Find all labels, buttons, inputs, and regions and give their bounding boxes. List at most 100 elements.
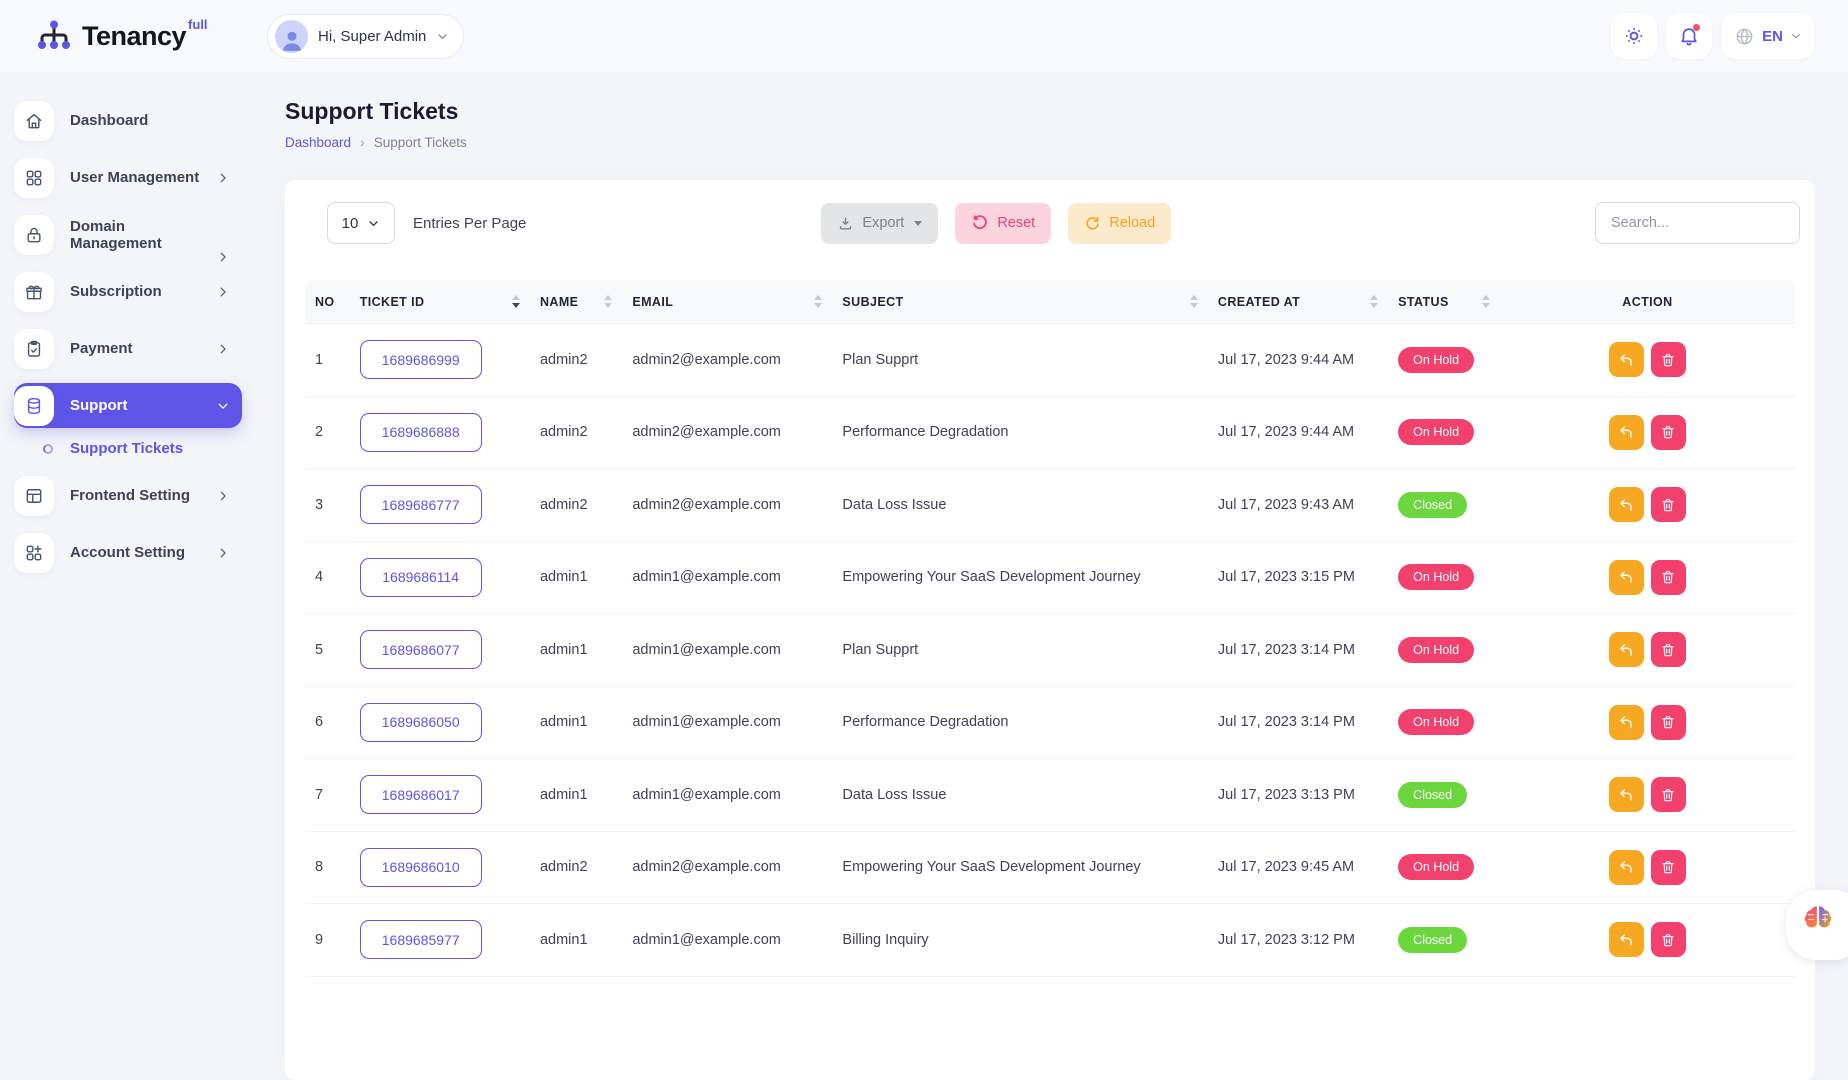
- sidebar-item-dashboard[interactable]: Dashboard: [14, 98, 242, 143]
- download-icon: [837, 215, 854, 232]
- main-content: Support Tickets Dashboard › Support Tick…: [253, 72, 1848, 948]
- sidebar-item-subscription[interactable]: Subscription: [14, 269, 242, 314]
- ticket-subject: Performance Degradation: [832, 714, 1207, 730]
- ticket-id-button[interactable]: 1689685977: [360, 920, 482, 959]
- status-badge: Closed: [1398, 492, 1467, 518]
- delete-button[interactable]: [1651, 705, 1686, 740]
- row-number: 1: [305, 352, 350, 368]
- sidebar-item-account-setting[interactable]: Account Setting: [14, 530, 242, 575]
- column-header-created[interactable]: CREATED AT: [1208, 295, 1388, 309]
- column-label: ACTION: [1622, 295, 1672, 309]
- ticket-id-button[interactable]: 1689686777: [360, 485, 482, 524]
- ticket-subject: Plan Supprt: [832, 642, 1207, 658]
- export-label: Export: [862, 215, 904, 231]
- status-badge: On Hold: [1398, 854, 1474, 880]
- sidebar-item-label: Payment: [70, 340, 133, 357]
- notifications-button[interactable]: [1666, 13, 1712, 59]
- globe-icon: [1734, 26, 1755, 47]
- reply-icon: [1618, 642, 1634, 658]
- ticket-subject: Data Loss Issue: [832, 497, 1207, 513]
- reply-button[interactable]: [1609, 777, 1644, 812]
- reset-label: Reset: [997, 215, 1035, 231]
- reply-button[interactable]: [1609, 560, 1644, 595]
- ticket-name: admin1: [530, 569, 622, 585]
- reply-button[interactable]: [1609, 705, 1644, 740]
- table-row: 41689686114admin1admin1@example.comEmpow…: [305, 542, 1795, 615]
- ticket-subject: Billing Inquiry: [832, 932, 1207, 948]
- language-selector[interactable]: EN: [1721, 13, 1815, 59]
- user-menu[interactable]: Hi, Super Admin: [267, 14, 464, 59]
- reset-button[interactable]: Reset: [955, 203, 1051, 244]
- ticket-id-button[interactable]: 1689686050: [360, 703, 482, 742]
- sidebar-item-user-management[interactable]: User Management: [14, 155, 242, 200]
- sidebar-item-label: Frontend Setting: [70, 487, 190, 504]
- ticket-subject: Data Loss Issue: [832, 787, 1207, 803]
- export-button[interactable]: Export: [821, 203, 938, 244]
- entries-per-page-label: Entries Per Page: [413, 215, 526, 232]
- reload-button[interactable]: Reload: [1068, 203, 1171, 244]
- reply-button[interactable]: [1609, 487, 1644, 522]
- column-header-name[interactable]: NAME: [530, 295, 622, 309]
- app-logo[interactable]: Tenancy full: [0, 16, 253, 56]
- page-title: Support Tickets: [285, 98, 1815, 125]
- sidebar-item-support[interactable]: Support: [14, 383, 242, 428]
- sidebar-subitem-label: Support Tickets: [70, 440, 183, 457]
- ticket-id-button[interactable]: 1689686077: [360, 630, 482, 669]
- trash-icon: [1660, 859, 1676, 875]
- avatar: [275, 20, 308, 53]
- reply-icon: [1618, 424, 1634, 440]
- column-header-email[interactable]: EMAIL: [622, 295, 832, 309]
- delete-button[interactable]: [1651, 487, 1686, 522]
- gift-icon: [14, 272, 54, 312]
- ticket-id-button[interactable]: 1689686010: [360, 848, 482, 887]
- ticket-id-button[interactable]: 1689686888: [360, 413, 482, 452]
- reply-button[interactable]: [1609, 342, 1644, 377]
- table-row: 51689686077admin1admin1@example.comPlan …: [305, 614, 1795, 687]
- tickets-table: NO TICKET ID NAMEEMAILSUBJECT CREATED AT STA…: [285, 280, 1815, 977]
- column-label: CREATED AT: [1218, 295, 1300, 309]
- trash-icon: [1660, 642, 1676, 658]
- ticket-id-button[interactable]: 1689686999: [360, 340, 482, 379]
- chevron-right-icon: [216, 171, 230, 185]
- delete-button[interactable]: [1651, 922, 1686, 957]
- delete-button[interactable]: [1651, 415, 1686, 450]
- column-header-subject[interactable]: SUBJECT: [832, 295, 1207, 309]
- circle-icon: [43, 444, 53, 454]
- theme-toggle-button[interactable]: [1611, 13, 1657, 59]
- sidebar-item-frontend-setting[interactable]: Frontend Setting: [14, 473, 242, 518]
- column-label: TICKET ID: [360, 295, 425, 309]
- delete-button[interactable]: [1651, 777, 1686, 812]
- delete-button[interactable]: [1651, 342, 1686, 377]
- search-input[interactable]: [1595, 202, 1800, 244]
- undo-icon: [971, 214, 989, 232]
- status-badge: Closed: [1398, 782, 1467, 808]
- ticket-created-at: Jul 17, 2023 3:13 PM: [1208, 787, 1388, 803]
- ticket-email: admin2@example.com: [622, 352, 832, 368]
- delete-button[interactable]: [1651, 632, 1686, 667]
- column-header-ticket[interactable]: TICKET ID: [350, 295, 530, 309]
- ticket-id-button[interactable]: 1689686017: [360, 775, 482, 814]
- column-label: STATUS: [1398, 295, 1449, 309]
- column-header-status[interactable]: STATUS: [1388, 295, 1500, 309]
- breadcrumb-link-dashboard[interactable]: Dashboard: [285, 135, 351, 150]
- reply-button[interactable]: [1609, 632, 1644, 667]
- sidebar-item-domain-management[interactable]: Domain Management: [14, 212, 242, 257]
- entries-per-page-select[interactable]: 10: [327, 202, 395, 244]
- reply-button[interactable]: [1609, 415, 1644, 450]
- sidebar-subitem-support-tickets[interactable]: Support Tickets: [43, 440, 253, 457]
- column-label: NO: [315, 295, 335, 309]
- sidebar-item-payment[interactable]: Payment: [14, 326, 242, 371]
- chevron-right-icon: [216, 250, 230, 264]
- sidebar-item-label: Support: [70, 397, 128, 414]
- table-row: 91689685977admin1admin1@example.comBilli…: [305, 904, 1795, 977]
- browser-extension-icon[interactable]: [1786, 890, 1848, 960]
- reply-button[interactable]: [1609, 922, 1644, 957]
- reply-button[interactable]: [1609, 850, 1644, 885]
- status-badge: On Hold: [1398, 347, 1474, 373]
- ticket-email: admin1@example.com: [622, 569, 832, 585]
- delete-button[interactable]: [1651, 850, 1686, 885]
- ticket-id-button[interactable]: 1689686114: [360, 558, 482, 597]
- trash-icon: [1660, 352, 1676, 368]
- delete-button[interactable]: [1651, 560, 1686, 595]
- database-icon: [14, 386, 54, 426]
